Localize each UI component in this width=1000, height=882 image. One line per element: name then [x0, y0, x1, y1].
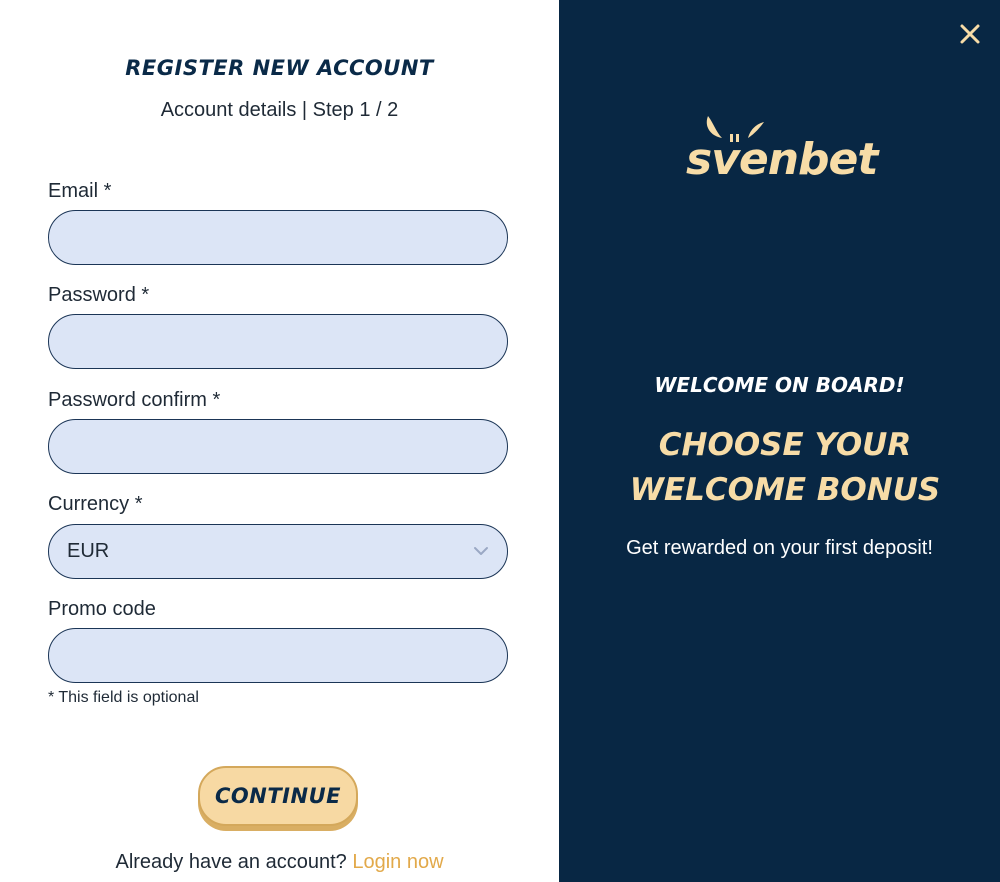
promo-code-label: Promo code [48, 598, 156, 620]
chevron-down-icon [474, 547, 488, 555]
close-icon[interactable] [958, 22, 982, 46]
registration-form-panel: REGISTER NEW ACCOUNT Account details | S… [0, 0, 559, 882]
password-field[interactable] [48, 314, 508, 369]
promo-code-field[interactable] [48, 628, 508, 683]
welcome-subtext: Get rewarded on your first deposit! [626, 537, 933, 559]
password-label: Password * [48, 284, 150, 306]
currency-value: EUR [67, 540, 110, 562]
continue-button[interactable]: CONTINUE [198, 766, 358, 826]
login-prompt-line: Already have an account? Login now [0, 851, 559, 874]
form-title: REGISTER NEW ACCOUNT [125, 56, 434, 80]
choose-bonus-heading: CHOOSE YOUR WELCOME BONUS [629, 427, 941, 508]
login-prompt-text: Already have an account? [115, 851, 347, 873]
currency-label: Currency * [48, 493, 143, 515]
currency-select[interactable]: EUR [48, 524, 508, 579]
form-step-subtitle: Account details | Step 1 / 2 [160, 99, 399, 121]
brand-name: svenbet [686, 134, 878, 185]
login-now-link[interactable]: Login now [352, 851, 443, 873]
svenbet-logo: svenbet [686, 112, 878, 192]
password-confirm-label: Password confirm * [48, 389, 221, 411]
password-confirm-field[interactable] [48, 419, 508, 474]
email-field[interactable] [48, 210, 508, 265]
welcome-on-board-heading: WELCOME ON BOARD! [654, 373, 905, 397]
optional-field-note: * This field is optional [48, 689, 199, 706]
email-label: Email * [48, 180, 112, 202]
currency-selected-value[interactable]: EUR [48, 524, 508, 579]
